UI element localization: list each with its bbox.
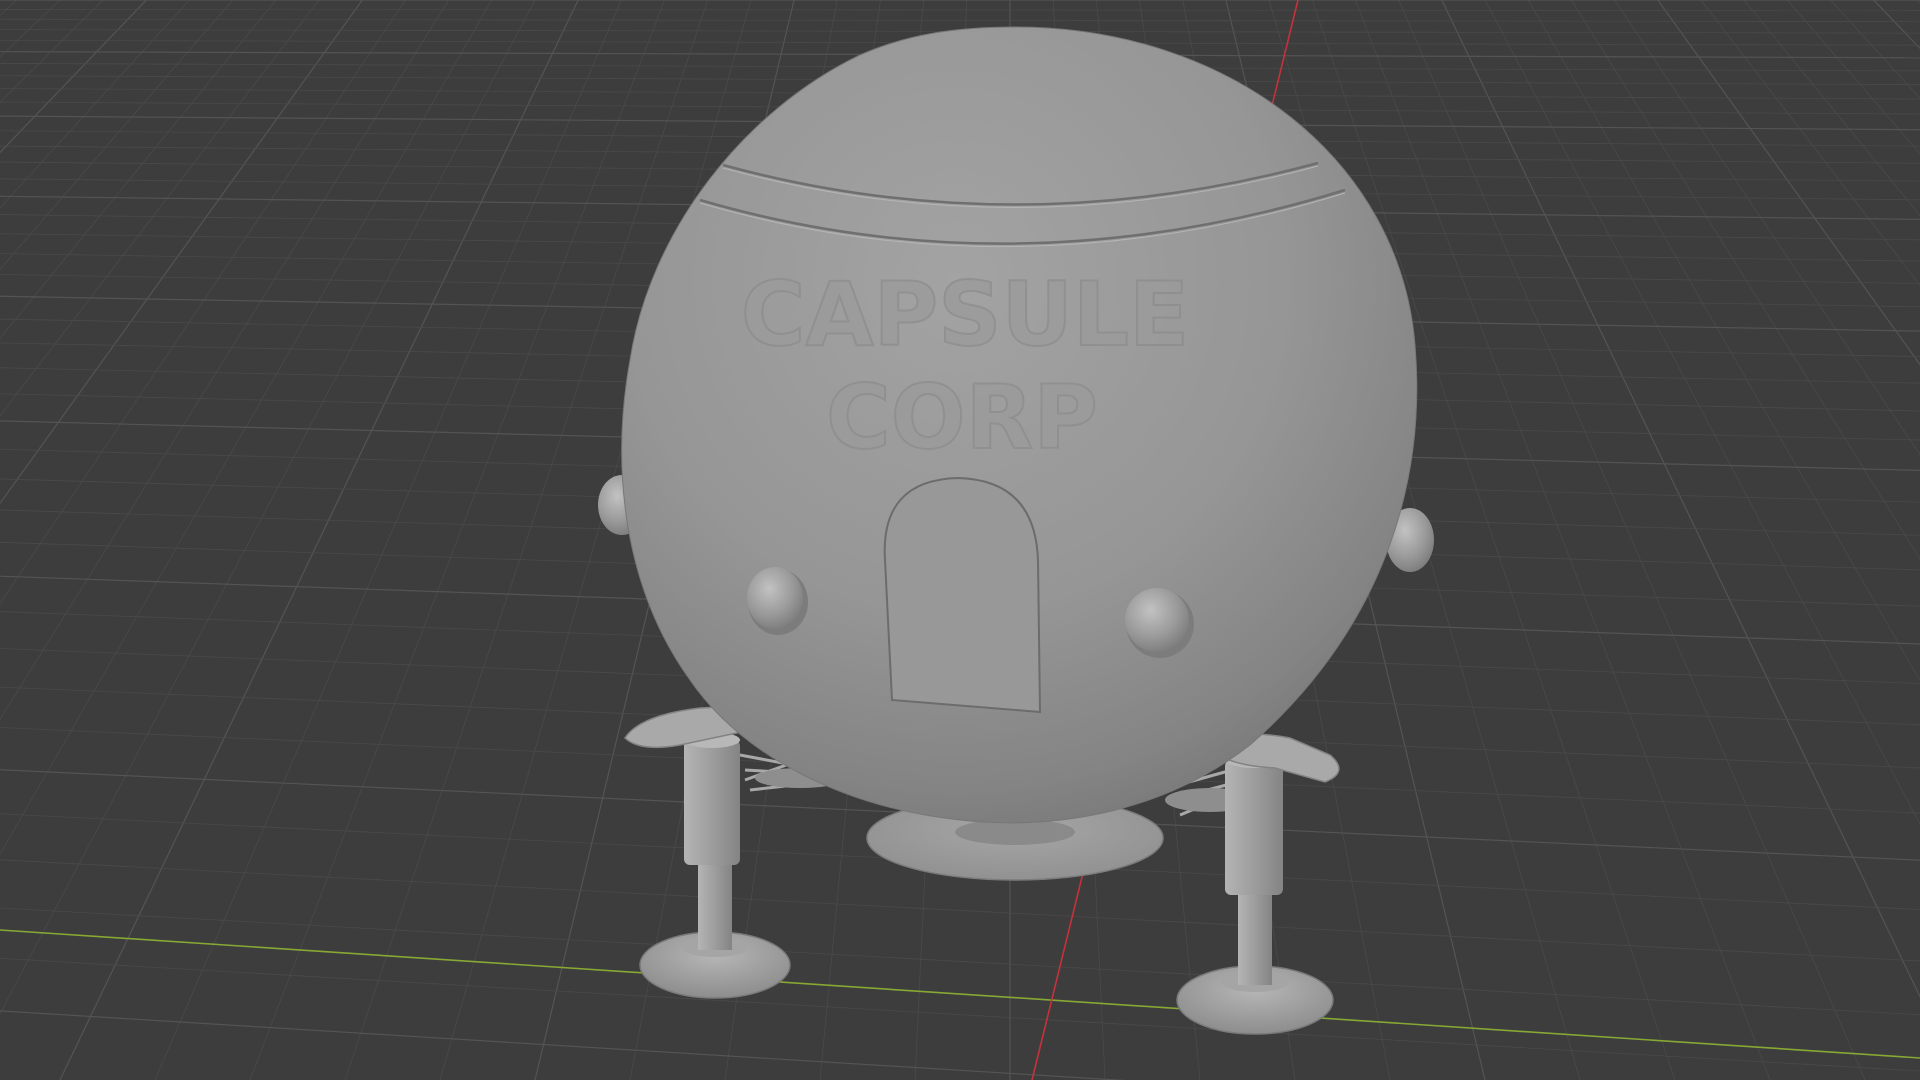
x-axis-line [0,929,1920,1059]
door [883,476,1042,714]
embossed-text-line-2: CORP [826,366,1098,469]
capsule-ship-model[interactable]: CAPSULE CORP [598,26,1434,1035]
3d-viewport[interactable]: CAPSULE CORP [0,0,1920,1080]
embossed-text-line-1: CAPSULE [741,263,1189,366]
viewport-canvas[interactable]: CAPSULE CORP [0,0,1920,1080]
